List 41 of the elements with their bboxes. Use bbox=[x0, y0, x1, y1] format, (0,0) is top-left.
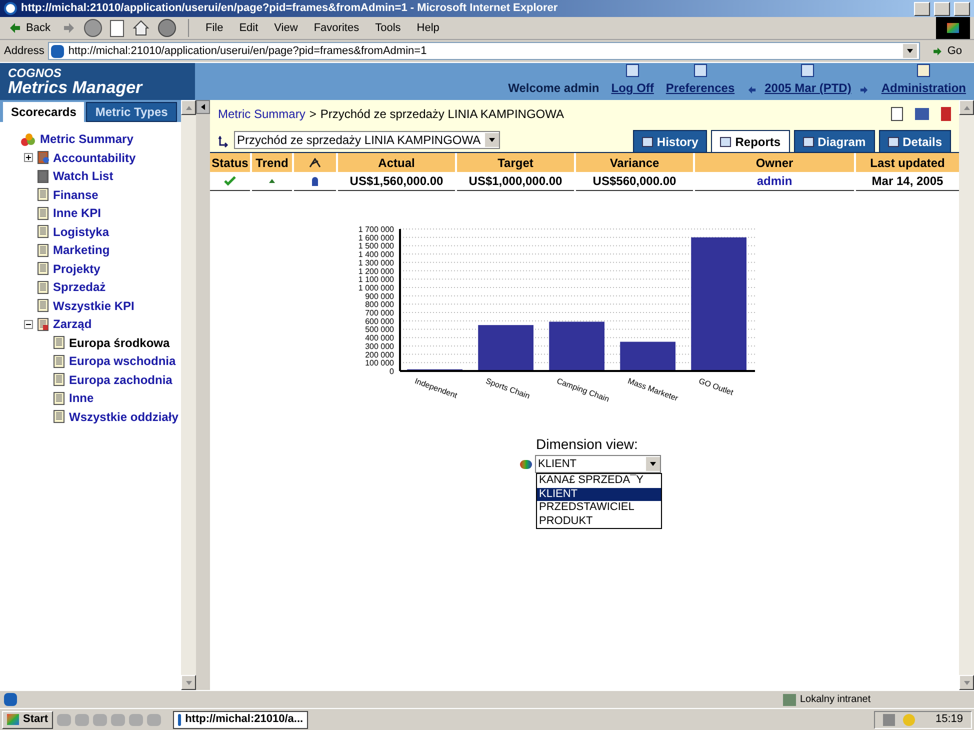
axis-tick-label: 1 200 000 bbox=[358, 266, 394, 276]
column-header: Target bbox=[457, 153, 574, 172]
axis-tick-label: 600 000 bbox=[365, 316, 394, 326]
category-label: Sports Chain bbox=[484, 376, 532, 401]
axis-tick-label: 1 300 000 bbox=[358, 258, 394, 268]
column-header: Owner bbox=[695, 153, 854, 172]
axis-tick-label: 700 000 bbox=[365, 308, 394, 318]
security-zone: Lokalny intranet bbox=[800, 693, 872, 707]
axis-tick-label: 1 000 000 bbox=[358, 283, 394, 292]
clock: 15:19 bbox=[934, 712, 963, 728]
breadcrumb-separator: > bbox=[309, 106, 316, 123]
table-cell-text: US$560,000.00 bbox=[592, 173, 676, 190]
axis-tick-label: 500 000 bbox=[365, 325, 394, 334]
brand-name: COGNOS bbox=[8, 67, 62, 79]
column-header: Actual bbox=[338, 153, 455, 172]
axis-tick-label: 800 000 bbox=[365, 300, 394, 310]
column-header: Variance bbox=[576, 153, 693, 172]
axis-tick-label: 400 000 bbox=[365, 334, 394, 343]
category-label: GO Outlet bbox=[698, 376, 734, 398]
table-cell-text: US$1,000,000.00 bbox=[468, 173, 562, 190]
column-header: Last updated bbox=[856, 153, 959, 172]
column-header: Status bbox=[210, 153, 250, 172]
axis-tick-label: 900 000 bbox=[365, 292, 394, 301]
table-cell-text: US$1,560,000.00 bbox=[350, 173, 444, 190]
table-cell-text: Mar 14, 2005 bbox=[872, 173, 944, 190]
column-header: Trend bbox=[252, 153, 292, 172]
breadcrumb-current: Przychód ze sprzedaży LINIA KAMPINGOWA bbox=[320, 106, 565, 123]
axis-tick-label: 1 500 000 bbox=[358, 242, 394, 251]
axis-tick-label: 1 600 000 bbox=[358, 233, 394, 242]
axis-tick-label: 300 000 bbox=[365, 342, 394, 351]
dimension-label: Dimension view: bbox=[535, 435, 638, 454]
product-name: Metrics Manager bbox=[8, 79, 144, 96]
welcome-text: Welcome admin bbox=[508, 80, 600, 97]
axis-tick-label: 200 000 bbox=[365, 350, 394, 360]
axis-tick-label: 0 bbox=[390, 367, 394, 376]
axis-tick-label: 1 400 000 bbox=[358, 250, 394, 260]
axis-tick-label: 100 000 bbox=[365, 358, 394, 368]
axis-tick-label: 1 700 000 bbox=[358, 225, 394, 234]
window-title: http://michal:21010/application/userui/en/page?pid=frames&fromAdmin=1 - Microsoft Internet Explorer bbox=[21, 1, 559, 16]
axis-tick-label: 1 100 000 bbox=[358, 275, 394, 284]
address-label: Address bbox=[4, 44, 44, 59]
